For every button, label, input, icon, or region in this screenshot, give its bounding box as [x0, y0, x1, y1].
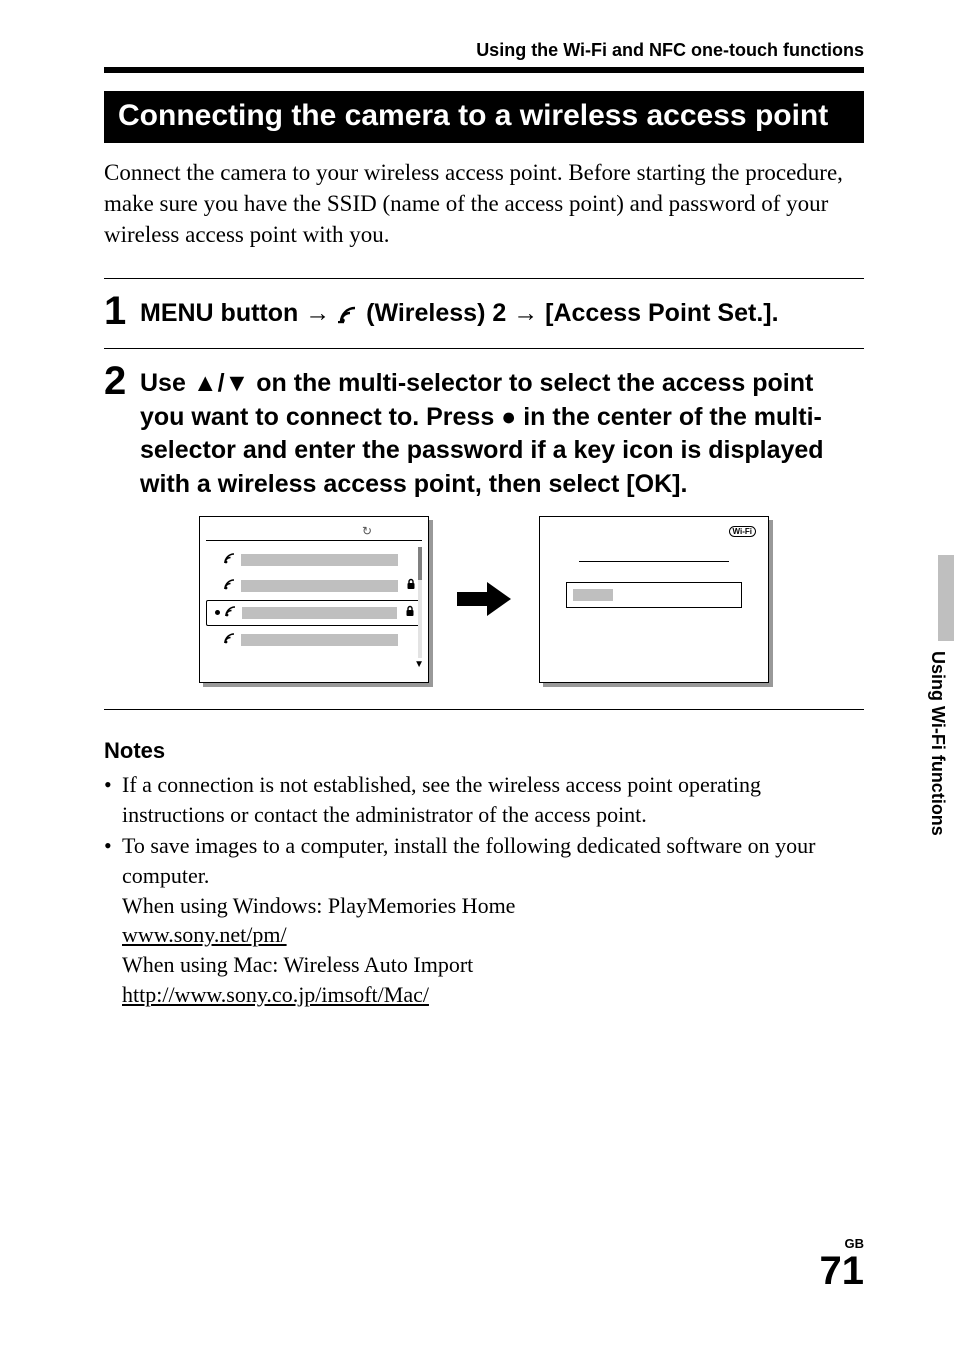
- screen-password: Wi-Fi: [539, 516, 769, 683]
- selection-dot-icon: [215, 610, 220, 615]
- scroll-down-icon: ▼: [414, 659, 424, 670]
- step-1: 1 MENU button → (Wireless) 2 → [Access P…: [104, 278, 864, 348]
- password-field: [566, 582, 742, 608]
- step-1-number: 1: [104, 291, 130, 331]
- ap-row: [206, 573, 422, 599]
- wifi-icon: [223, 552, 235, 567]
- center-dot-icon: ●: [501, 403, 516, 431]
- ap-row-selected: [206, 600, 422, 626]
- refresh-icon: ↻: [362, 524, 372, 539]
- notes-heading: Notes: [104, 738, 864, 764]
- lock-icon: [403, 605, 417, 620]
- arrow-right-icon: [457, 582, 511, 616]
- wifi-icon: [224, 605, 236, 620]
- step-2-figure: ↻: [104, 516, 864, 683]
- section-title: Connecting the camera to a wireless acce…: [104, 91, 864, 143]
- note-item: • If a connection is not established, se…: [104, 770, 864, 829]
- arrow-right-icon: →: [305, 299, 330, 327]
- page-number: 71: [820, 1251, 865, 1291]
- intro-paragraph: Connect the camera to your wireless acce…: [104, 157, 864, 250]
- down-triangle-icon: ▼: [225, 369, 250, 397]
- side-tab-label: Using Wi-Fi functions: [927, 651, 948, 836]
- arrow-right-icon: →: [513, 299, 538, 327]
- page: Using the Wi-Fi and NFC one-touch functi…: [0, 0, 954, 1345]
- wifi-icon: [223, 632, 235, 647]
- step-1-text: MENU button → (Wireless) 2 → [Access Poi…: [140, 291, 779, 334]
- wireless-icon: [337, 300, 359, 334]
- up-triangle-icon: ▲: [193, 369, 218, 397]
- note-item: • To save images to a computer, install …: [104, 831, 864, 1009]
- link-wireless-auto-import[interactable]: http://www.sony.co.jp/imsoft/Mac/: [122, 982, 429, 1007]
- wifi-icon: [223, 578, 235, 593]
- step-2: 2 Use ▲/▼ on the multi-selector to selec…: [104, 348, 864, 710]
- notes-section: Notes • If a connection is not establish…: [104, 738, 864, 1010]
- scrollbar: [418, 547, 422, 658]
- running-header: Using the Wi-Fi and NFC one-touch functi…: [104, 40, 864, 73]
- ap-row: [206, 627, 422, 653]
- wifi-badge-icon: Wi-Fi: [729, 526, 756, 537]
- step-2-text: Use ▲/▼ on the multi-selector to select …: [140, 361, 864, 502]
- ap-row: [206, 547, 422, 573]
- lock-icon: [404, 578, 418, 593]
- link-playmemories[interactable]: www.sony.net/pm/: [122, 922, 287, 947]
- step-2-number: 2: [104, 361, 130, 401]
- side-tab: Using Wi-Fi functions: [918, 555, 954, 895]
- page-footer: GB 71: [820, 1236, 865, 1291]
- screen-ap-list: ↻: [199, 516, 429, 683]
